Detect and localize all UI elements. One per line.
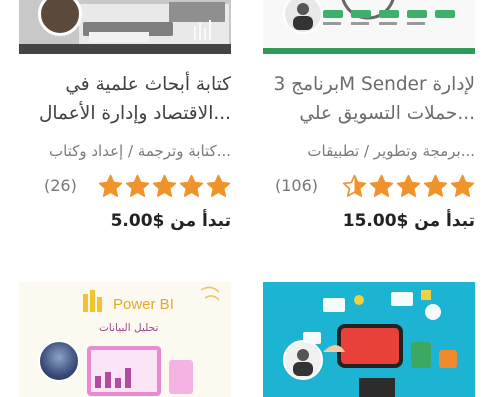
star-full-icon [396,174,421,197]
gig-rating: (26) [19,174,231,198]
seller-avatar[interactable] [283,0,323,34]
star-full-icon [125,174,150,197]
star-full-icon [369,174,394,197]
gig-price: تبدأ من $5.00 [110,211,231,231]
seller-avatar[interactable] [38,340,80,382]
review-count: (106) [275,176,319,195]
gig-thumbnail-research[interactable] [19,0,231,54]
star-full-icon [179,174,204,197]
gig-title-line2[interactable]: الاقتصاد وإدارة الأعمال... [19,99,231,128]
gig-category[interactable]: كتابة وترجمة / إعداد وكتاب... [19,141,231,161]
gig-thumbnail-power-bi[interactable]: Power BI تحليل البيانات [19,282,231,397]
gig-title-line1[interactable]: برنامج 3M Sender لإدارة [263,70,475,99]
star-full-icon [206,174,231,197]
star-half-icon [342,174,367,197]
power-bi-brand: Power BI [113,296,174,313]
star-full-icon [98,174,123,197]
gig-rating: (106) [263,174,475,198]
gig-category[interactable]: برمجة وتطوير / تطبيقات... [263,141,475,161]
seller-avatar[interactable] [283,340,323,380]
star-full-icon [423,174,448,197]
gig-price: تبدأ من $15.00 [342,211,475,231]
power-bi-subtitle: تحليل البيانات [99,322,159,334]
gig-title-line1[interactable]: كتابة أبحاث علمية في [19,70,231,99]
gig-thumbnail-marketing[interactable] [263,282,475,397]
star-full-icon [152,174,177,197]
gig-title-line2[interactable]: حملات التسويق علي... [263,99,475,128]
review-count: (26) [44,176,77,195]
gig-thumbnail-3m-sender[interactable] [263,0,475,54]
star-full-icon [450,174,475,197]
